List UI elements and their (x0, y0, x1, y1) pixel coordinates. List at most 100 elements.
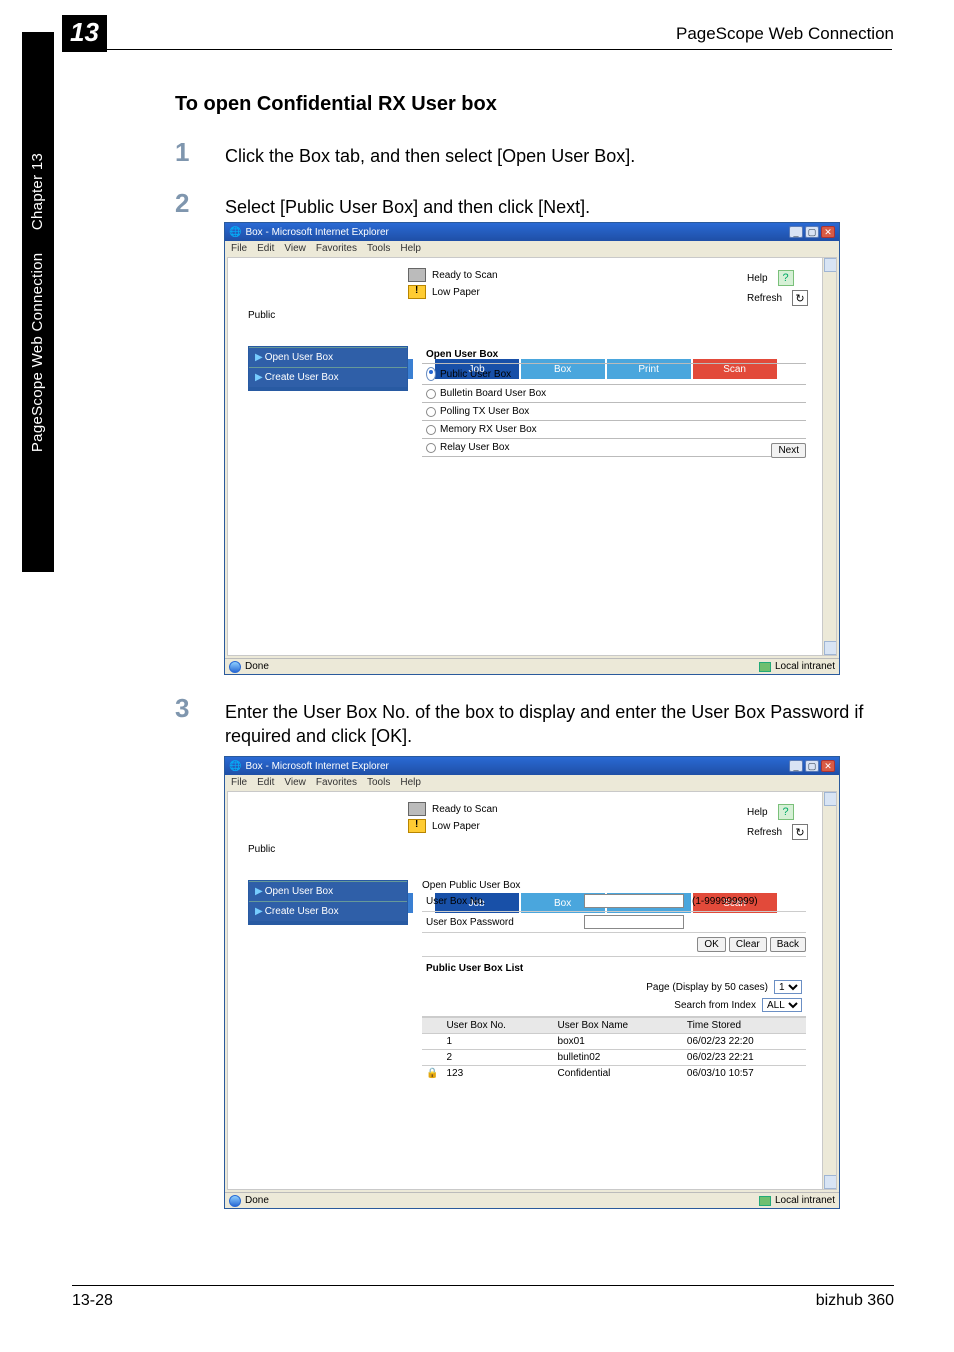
window-title: Box - Microsoft Internet Explorer (245, 227, 388, 238)
menu-help[interactable]: Help (400, 777, 421, 789)
side-nav: ▶Open User Box ▶Create User Box (248, 346, 408, 391)
screenshot-1: 🌐 Box - Microsoft Internet Explorer _ ▢ … (224, 222, 840, 675)
lock-icon: 🔒 (422, 1066, 442, 1082)
menu-favorites[interactable]: Favorites (316, 777, 357, 789)
product-name: bizhub 360 (816, 1292, 894, 1310)
network-icon (759, 1196, 771, 1206)
warning-icon (408, 285, 426, 299)
network-icon (759, 662, 771, 672)
globe-icon (229, 661, 241, 673)
minimize-button[interactable]: _ (789, 760, 803, 772)
refresh-icon[interactable]: ↻ (792, 824, 808, 840)
open-user-box-panel: Open User Box Public User Box Bulletin B… (422, 346, 806, 457)
refresh-link[interactable]: Refresh (747, 827, 782, 838)
menu-bar-2: File Edit View Favorites Tools Help (225, 775, 839, 791)
status-done: Done (245, 661, 269, 672)
status-done: Done (245, 1195, 269, 1206)
nav-open-user-box[interactable]: ▶Open User Box (249, 347, 407, 367)
window-titlebar: 🌐 Box - Microsoft Internet Explorer _ ▢ … (225, 223, 839, 241)
user-label: Public (248, 310, 275, 321)
table-row[interactable]: 1 box01 06/02/23 22:20 (422, 1034, 806, 1050)
open-public-user-box-panel: Open Public User Box User Box No. (1-999… (422, 880, 806, 1081)
page-number: 13-28 (72, 1292, 113, 1310)
window-titlebar-2: 🌐 Box - Microsoft Internet Explorer _ ▢ … (225, 757, 839, 775)
menu-file[interactable]: File (231, 777, 247, 789)
help-icon[interactable]: ? (778, 804, 794, 820)
menu-view[interactable]: View (284, 243, 306, 255)
step-3: 3 Enter the User Box No. of the box to d… (177, 700, 925, 749)
back-button[interactable]: Back (770, 937, 806, 952)
radio-memory[interactable]: Memory RX User Box (422, 421, 806, 439)
user-box-pw-input[interactable] (584, 915, 684, 929)
refresh-icon[interactable]: ↻ (792, 290, 808, 306)
menu-edit[interactable]: Edit (257, 243, 274, 255)
menu-edit[interactable]: Edit (257, 777, 274, 789)
clear-button[interactable]: Clear (729, 937, 767, 952)
user-box-no-input[interactable] (584, 894, 684, 908)
status-ready-label: Ready to Scan (432, 804, 498, 815)
minimize-button[interactable]: _ (789, 226, 803, 238)
ok-button[interactable]: OK (697, 937, 725, 952)
menu-help[interactable]: Help (400, 243, 421, 255)
status-zone: Local intranet (775, 1195, 835, 1206)
radio-relay[interactable]: Relay User Box (422, 439, 806, 457)
status-low-label: Low Paper (432, 821, 480, 832)
help-link[interactable]: Help (747, 273, 768, 284)
next-button[interactable]: Next (771, 443, 806, 458)
maximize-button[interactable]: ▢ (805, 226, 819, 238)
panel-title: Open User Box (422, 346, 806, 364)
radio-polling[interactable]: Polling TX User Box (422, 403, 806, 421)
window-title-2: Box - Microsoft Internet Explorer (245, 761, 388, 772)
panel2-title: Open Public User Box (422, 880, 806, 891)
menu-view[interactable]: View (284, 777, 306, 789)
menu-tools[interactable]: Tools (367, 777, 390, 789)
side-nav-2: ▶Open User Box ▶Create User Box (248, 880, 408, 925)
search-select[interactable]: ALL (762, 998, 802, 1012)
help-link[interactable]: Help (747, 807, 768, 818)
help-icon[interactable]: ? (778, 270, 794, 286)
table-row[interactable]: 2 bulletin02 06/02/23 22:21 (422, 1050, 806, 1066)
nav-open-user-box[interactable]: ▶Open User Box (249, 881, 407, 901)
col-time: Time Stored (683, 1018, 806, 1034)
step-3-text: Enter the User Box No. of the box to dis… (225, 700, 925, 749)
menu-file[interactable]: File (231, 243, 247, 255)
globe-icon (229, 1195, 241, 1207)
ie-icon: 🌐 (229, 761, 241, 772)
page-footer: 13-28 bizhub 360 (72, 1285, 894, 1310)
refresh-link[interactable]: Refresh (747, 293, 782, 304)
step-1: 1 Click the Box tab, and then select [Op… (177, 144, 635, 168)
chapter-badge: 13 (62, 15, 107, 52)
radio-public[interactable]: Public User Box (422, 364, 806, 385)
step-3-num: 3 (175, 693, 189, 724)
table-row[interactable]: 🔒 123 Confidential 06/03/10 10:57 (422, 1066, 806, 1082)
page-label: Page (Display by 50 cases) (646, 982, 768, 993)
close-button[interactable]: ✕ (821, 760, 835, 772)
menu-favorites[interactable]: Favorites (316, 243, 357, 255)
field-pw-label: User Box Password (426, 917, 576, 928)
close-button[interactable]: ✕ (821, 226, 835, 238)
warning-icon (408, 819, 426, 833)
radio-bulletin[interactable]: Bulletin Board User Box (422, 385, 806, 403)
status-low-label: Low Paper (432, 287, 480, 298)
status-zone: Local intranet (775, 661, 835, 672)
menu-bar: File Edit View Favorites Tools Help (225, 241, 839, 257)
printer-icon (408, 268, 426, 282)
page-content-2: Ready to Scan Low Paper Help? Refresh ↻ P… (227, 791, 837, 1190)
user-box-table: User Box No. User Box Name Time Stored 1… (422, 1017, 806, 1081)
page-content-1: Ready to Scan Low Paper Help ? Refresh ↻… (227, 257, 837, 656)
menu-tools[interactable]: Tools (367, 243, 390, 255)
nav-create-user-box[interactable]: ▶Create User Box (249, 367, 407, 387)
scrollbar[interactable] (822, 792, 836, 1189)
page-select[interactable]: 1 (774, 980, 802, 994)
field-no-label: User Box No. (426, 896, 576, 907)
col-no: User Box No. (442, 1018, 553, 1034)
field-range: (1-999999999) (692, 896, 758, 907)
side-tab: PageScope Web Connection Chapter 13 (22, 32, 54, 572)
step-1-text: Click the Box tab, and then select [Open… (225, 144, 635, 168)
step-2: 2 Select [Public User Box] and then clic… (177, 195, 590, 219)
scrollbar[interactable] (822, 258, 836, 655)
screenshot-2: 🌐 Box - Microsoft Internet Explorer _ ▢ … (224, 756, 840, 1209)
maximize-button[interactable]: ▢ (805, 760, 819, 772)
nav-create-user-box[interactable]: ▶Create User Box (249, 901, 407, 921)
search-label: Search from Index (674, 1000, 756, 1011)
